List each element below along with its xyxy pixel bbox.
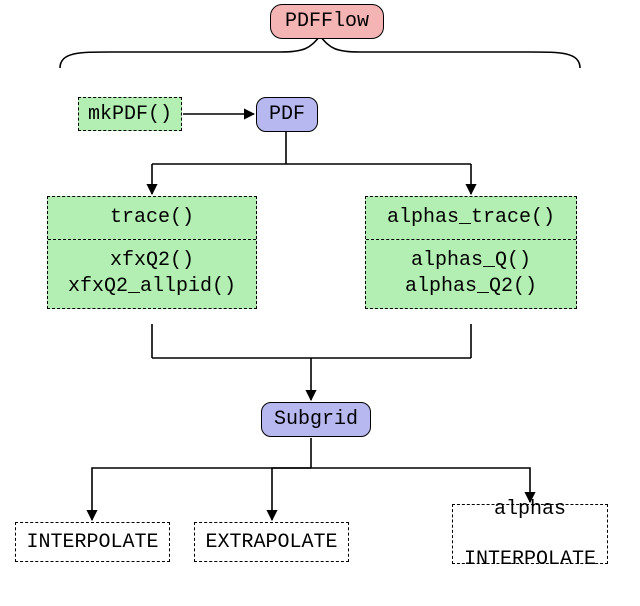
xfxq2-label: xfxQ2() [110,249,194,272]
xfxq2-allpid-label: xfxQ2_allpid() [68,275,236,298]
alphas-interp-label1: alphas [494,497,566,522]
right-stack-top: alphas_trace() [366,197,576,239]
alphas-trace-label: alphas_trace() [387,206,555,229]
subgrid-label: Subgrid [274,407,358,432]
extrapolate-label: EXTRAPOLATE [205,530,337,555]
right-stack: alphas_trace() alphas_Q() alphas_Q2() [365,196,577,309]
edge-to-extrapolate [272,468,311,520]
alphas-interp-label2: INTERPOLATE [464,547,596,572]
alphas-q-label: alphas_Q() [411,249,531,272]
subgrid-box: Subgrid [261,402,371,437]
mkpdf-label: mkPDF() [88,102,172,127]
interpolate-label: INTERPOLATE [26,530,158,555]
left-stack-bottom: xfxQ2() xfxQ2_allpid() [48,239,256,308]
left-stack-top: trace() [48,197,256,239]
title-box: PDFFlow [270,4,384,39]
title-label: PDFFlow [285,9,369,34]
right-stack-bottom: alphas_Q() alphas_Q2() [366,239,576,308]
edge-to-interpolate [92,468,311,520]
alphas-q2-label: alphas_Q2() [405,275,537,298]
extrapolate-box: EXTRAPOLATE [194,522,349,562]
mkpdf-box: mkPDF() [78,97,182,131]
interpolate-box: INTERPOLATE [15,522,170,562]
brace [60,36,580,68]
trace-label: trace() [110,206,194,229]
left-stack: trace() xfxQ2() xfxQ2_allpid() [47,196,257,309]
alphas-interpolate-box: alphas INTERPOLATE [452,504,608,564]
pdf-label: PDF [269,102,305,127]
pdf-box: PDF [256,97,318,132]
